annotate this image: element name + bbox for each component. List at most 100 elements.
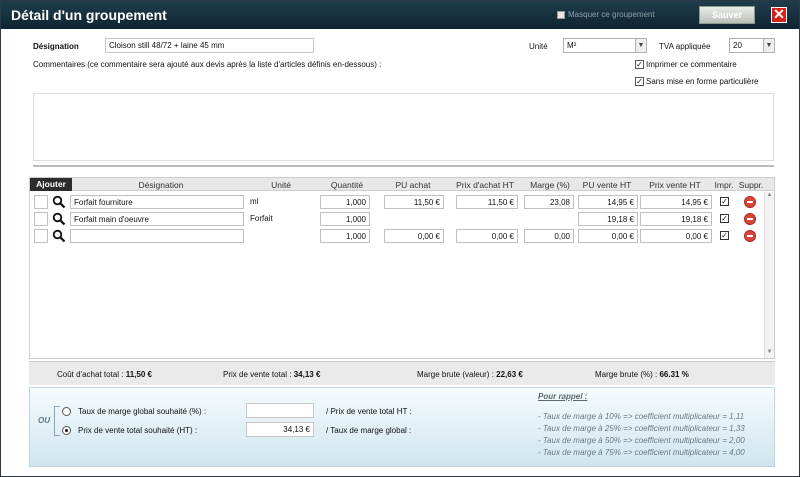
- cout-achat-label: Coût d'achat total :: [57, 370, 124, 379]
- prix-achat-cell[interactable]: 0,00 €: [456, 229, 518, 243]
- print-comment-label: Imprimer ce commentaire: [646, 60, 737, 69]
- hide-group-checkbox-box[interactable]: [557, 10, 565, 19]
- grid-scrollbar[interactable]: ▲ ▼: [764, 192, 774, 358]
- col-pu-vente-ht: PU vente HT: [582, 180, 632, 190]
- tva-label: TVA appliquée: [659, 42, 711, 51]
- divider: [33, 165, 774, 167]
- designation-cell[interactable]: Forfait fourniture: [70, 195, 244, 209]
- pu-vente-cell[interactable]: 19,18 €: [578, 212, 638, 226]
- marge-brute-pct: Marge brute (%) : 66.31 %: [595, 370, 689, 379]
- row-select-box[interactable]: [34, 195, 48, 209]
- table-row: Forfait fourniture ml 1,000 11,50 € 11,5…: [30, 195, 770, 212]
- bracket: [54, 406, 60, 436]
- hide-group-checkbox[interactable]: Masquer ce groupement: [557, 10, 655, 19]
- row-select-box[interactable]: [34, 212, 48, 226]
- scroll-down-icon[interactable]: ▼: [765, 349, 774, 358]
- search-icon[interactable]: [52, 195, 66, 209]
- cout-achat-total: Coût d'achat total : 11,50 €: [57, 370, 152, 379]
- title-bar: Détail d'un groupement Masquer ce groupe…: [1, 1, 799, 29]
- tva-select-value: 20: [733, 41, 742, 50]
- prix-vente-value: 34,13 €: [293, 370, 321, 379]
- delete-icon[interactable]: [744, 196, 756, 208]
- designation-cell[interactable]: Forfait main d'oeuvre: [70, 212, 244, 226]
- no-formatting-checkbox[interactable]: ✓ Sans mise en forme particulière: [635, 77, 759, 86]
- quantite-cell[interactable]: 1,000: [320, 229, 370, 243]
- dialog-title: Détail d'un groupement: [11, 7, 167, 23]
- taux-input[interactable]: [246, 403, 314, 418]
- quantite-cell[interactable]: 1,000: [320, 212, 370, 226]
- unit-select-value: M²: [567, 41, 577, 50]
- col-suppr: Suppr.: [738, 180, 764, 190]
- rappel-line: - Taux de marge à 50% => coefficient mul…: [538, 436, 745, 445]
- checkmark-icon[interactable]: ✓: [635, 60, 644, 69]
- prix-radio[interactable]: [62, 426, 71, 435]
- pu-achat-cell[interactable]: 0,00 €: [384, 229, 444, 243]
- marge-valeur-label: Marge brute (valeur) :: [417, 370, 494, 379]
- checkmark-icon[interactable]: ✓: [720, 231, 729, 240]
- prix-vente-cell[interactable]: 0,00 €: [640, 229, 712, 243]
- taux-radio[interactable]: [62, 407, 71, 416]
- save-button[interactable]: Sauver: [699, 6, 755, 24]
- pu-vente-cell[interactable]: 0,00 €: [578, 229, 638, 243]
- target-panel: OU Taux de marge global souhaité (%) : /…: [29, 387, 775, 467]
- delete-icon[interactable]: [744, 213, 756, 225]
- delete-icon[interactable]: [744, 230, 756, 242]
- articles-grid: Ajouter Désignation Unité Quantité PU ac…: [29, 177, 775, 359]
- rappel-title: Pour rappel :: [538, 392, 588, 401]
- grid-header: Ajouter Désignation Unité Quantité PU ac…: [30, 178, 774, 191]
- search-icon[interactable]: [52, 229, 66, 243]
- comments-textarea[interactable]: [33, 93, 774, 161]
- prix-input[interactable]: 34,13 €: [246, 422, 314, 437]
- row-select-box[interactable]: [34, 229, 48, 243]
- prix-achat-cell[interactable]: 11,50 €: [456, 195, 518, 209]
- marge-pct-label: Marge brute (%) :: [595, 370, 658, 379]
- rappel-line: - Taux de marge à 75% => coefficient mul…: [538, 448, 745, 457]
- cout-achat-value: 11,50 €: [125, 370, 152, 379]
- search-icon[interactable]: [52, 212, 66, 226]
- unite-cell: ml: [250, 197, 259, 206]
- col-pu-achat: PU achat: [395, 180, 431, 190]
- col-prix-vente-ht: Prix vente HT: [649, 180, 701, 190]
- col-unite: Unité: [271, 180, 291, 190]
- pu-achat-cell[interactable]: 11,50 €: [384, 195, 444, 209]
- close-icon[interactable]: ✕: [771, 7, 787, 23]
- col-quantite: Quantité: [330, 180, 364, 190]
- chevron-down-icon: ▼: [635, 39, 646, 52]
- quantite-cell[interactable]: 1,000: [320, 195, 370, 209]
- checkmark-icon[interactable]: ✓: [720, 197, 729, 206]
- taux-label: Taux de marge global souhaité (%) :: [78, 407, 207, 416]
- marge-cell[interactable]: 0,00: [524, 229, 574, 243]
- unite-cell: Forfait: [250, 214, 273, 223]
- prix-label: Prix de vente total souhaité (HT) :: [78, 426, 198, 435]
- table-row: 1,000 0,00 € 0,00 € 0,00 0,00 € 0,00 € ✓: [30, 229, 770, 246]
- prix-vente-total: Prix de vente total : 34,13 €: [223, 370, 320, 379]
- designation-input[interactable]: Cloison still 48/72 + laine 45 mm: [105, 38, 314, 53]
- add-button[interactable]: Ajouter: [30, 178, 72, 191]
- rappel-line: - Taux de marge à 25% => coefficient mul…: [538, 424, 745, 433]
- hide-group-label: Masquer ce groupement: [568, 10, 655, 19]
- marge-brute-valeur: Marge brute (valeur) : 22,63 €: [417, 370, 523, 379]
- col-marge: Marge (%): [530, 180, 570, 190]
- prix-result-label: / Taux de marge global :: [326, 426, 412, 435]
- rappel-line: - Taux de marge à 10% => coefficient mul…: [538, 412, 745, 421]
- no-formatting-label: Sans mise en forme particulière: [646, 77, 759, 86]
- marge-cell[interactable]: 23,08: [524, 195, 574, 209]
- marge-pct-value: 66.31 %: [659, 370, 689, 379]
- totals-bar: Coût d'achat total : 11,50 € Prix de ven…: [29, 361, 775, 385]
- comments-label: Commentaires (ce commentaire sera ajouté…: [33, 60, 382, 69]
- scroll-up-icon[interactable]: ▲: [765, 192, 774, 201]
- designation-cell[interactable]: [70, 229, 244, 243]
- checkmark-icon[interactable]: ✓: [635, 77, 644, 86]
- pu-vente-cell[interactable]: 14,95 €: [578, 195, 638, 209]
- taux-result-label: / Prix de vente total HT :: [326, 407, 412, 416]
- chevron-down-icon: ▼: [763, 39, 774, 52]
- table-row: Forfait main d'oeuvre Forfait 1,000 19,1…: [30, 212, 770, 229]
- unit-select[interactable]: M² ▼: [563, 38, 647, 53]
- print-comment-checkbox[interactable]: ✓ Imprimer ce commentaire: [635, 60, 737, 69]
- col-designation: Désignation: [138, 180, 184, 190]
- prix-vente-cell[interactable]: 19,18 €: [640, 212, 712, 226]
- group-detail-dialog: Détail d'un groupement Masquer ce groupe…: [0, 0, 800, 477]
- checkmark-icon[interactable]: ✓: [720, 214, 729, 223]
- prix-vente-cell[interactable]: 14,95 €: [640, 195, 712, 209]
- tva-select[interactable]: 20 ▼: [729, 38, 775, 53]
